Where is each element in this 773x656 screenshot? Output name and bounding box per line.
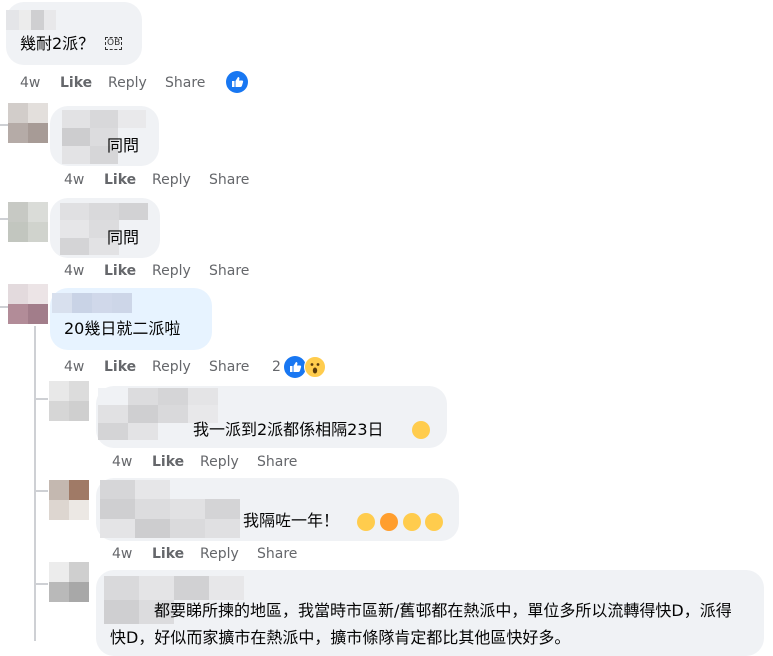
avatar[interactable] [8,284,48,324]
comment-text: 我一派到2派都係相隔23日 [193,420,384,439]
comment-text: 幾耐2派？ [20,34,95,53]
share-button[interactable]: Share [257,452,297,472]
avatar[interactable] [49,480,89,520]
thread-line [0,124,8,126]
comment-text: 我隔咗一年！ [243,511,340,530]
comment-text: 同問 [107,228,140,247]
reply-connector [34,583,48,585]
ob-emoji-badge: OB [105,37,123,50]
avatar[interactable] [49,381,89,421]
like-button[interactable]: Like [104,261,136,281]
reply-connector [34,490,48,492]
timestamp[interactable]: 4w [112,544,132,564]
steaming-face-emoji [380,513,398,531]
reply-thread-line [34,326,36,641]
avatar[interactable] [49,562,89,602]
like-button[interactable]: Like [104,357,136,377]
reply-button[interactable]: Reply [200,544,239,564]
timestamp[interactable]: 4w [64,357,84,377]
like-button[interactable]: Like [104,170,136,190]
share-button[interactable]: Share [209,261,249,281]
comment-text: 20幾日就二派啦 [64,319,181,338]
like-button[interactable]: Like [152,452,184,472]
avatar[interactable] [6,10,56,30]
author-name-redacted [52,293,132,313]
reply-button[interactable]: Reply [152,357,191,377]
reply-button[interactable]: Reply [152,261,191,281]
thread-line [0,218,8,220]
share-button[interactable]: Share [209,170,249,190]
reaction-count[interactable]: 2 [272,357,281,377]
like-reaction-icon[interactable] [226,71,248,93]
author-name-redacted [100,480,240,538]
like-button[interactable]: Like [60,73,92,93]
share-button[interactable]: Share [209,357,249,377]
timestamp[interactable]: 4w [112,452,132,472]
dizzy-face-emoji [403,513,421,531]
grinning-sweat-emoji [412,421,430,439]
like-button[interactable]: Like [152,544,184,564]
like-reaction-icon[interactable] [284,356,306,378]
comment-text: 同問 [107,136,140,155]
reply-button[interactable]: Reply [152,170,191,190]
crying-emoji [357,513,375,531]
wow-reaction-icon[interactable] [304,356,326,378]
thread-line [0,306,8,308]
avatar[interactable] [8,103,48,143]
share-button[interactable]: Share [165,73,205,93]
reply-button[interactable]: Reply [108,73,147,93]
reply-connector [34,398,48,400]
timestamp[interactable]: 4w [64,261,84,281]
sweat-face-emoji [425,513,443,531]
timestamp[interactable]: 4w [20,73,40,93]
comment-text: 都要睇所揀的地區，我當時市區新/舊邨都在熱派中，單位多所以流轉得快D，派得快D，… [110,601,732,647]
timestamp[interactable]: 4w [64,170,84,190]
avatar[interactable] [8,202,48,242]
reply-button[interactable]: Reply [200,452,239,472]
share-button[interactable]: Share [257,544,297,564]
